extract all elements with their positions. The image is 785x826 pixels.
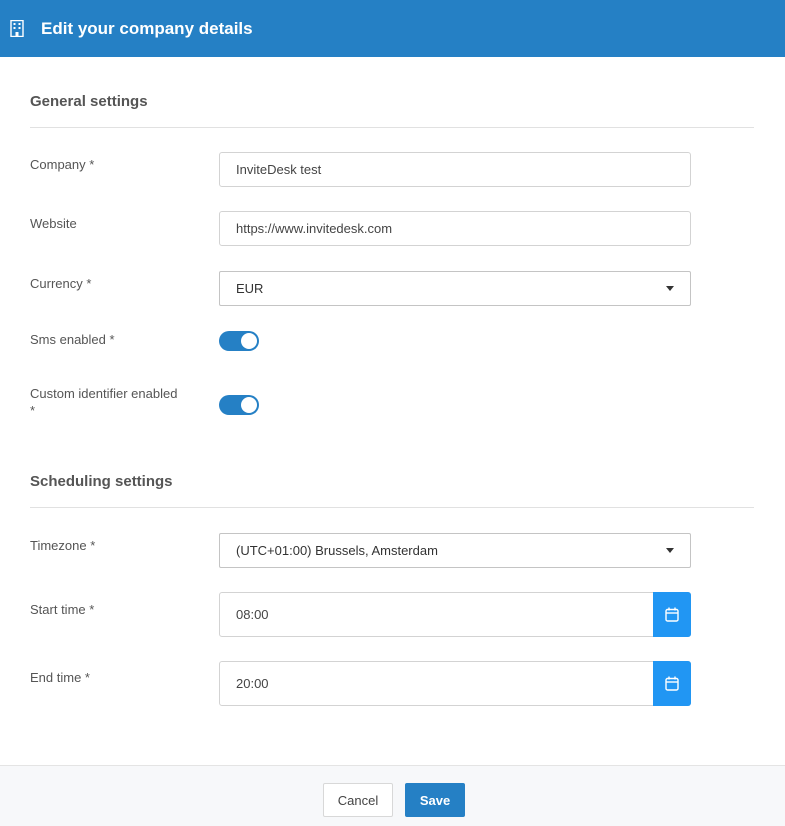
- sms-enabled-toggle[interactable]: [219, 331, 259, 351]
- toggle-knob: [241, 333, 257, 349]
- scheduling-settings-divider: [30, 507, 754, 508]
- dialog-footer: Cancel Save: [0, 765, 785, 826]
- sms-enabled-label: Sms enabled *: [30, 332, 115, 347]
- cancel-button[interactable]: Cancel: [323, 783, 393, 817]
- chevron-down-icon: [666, 286, 674, 291]
- toggle-knob: [241, 397, 257, 413]
- website-input-value: https://www.invitedesk.com: [236, 221, 393, 236]
- currency-select-value: EUR: [236, 281, 264, 296]
- custom-identifier-label-line1: Custom identifier enabled: [30, 386, 178, 401]
- start-time-calendar-button[interactable]: [653, 591, 691, 637]
- custom-identifier-label: Custom identifier enabled *: [30, 385, 195, 419]
- custom-identifier-label-line2: *: [30, 403, 36, 418]
- timezone-label: Timezone *: [30, 538, 96, 553]
- end-time-label: End time *: [30, 670, 90, 685]
- company-label: Company *: [30, 157, 95, 172]
- calendar-icon: [665, 607, 679, 622]
- dialog-header: Edit your company details: [0, 0, 785, 57]
- calendar-icon: [665, 676, 679, 691]
- company-input-value: InviteDesk test: [236, 162, 322, 177]
- end-time-calendar-button[interactable]: [653, 660, 691, 706]
- timezone-select-value: (UTC+01:00) Brussels, Amsterdam: [236, 543, 438, 558]
- chevron-down-icon: [666, 548, 674, 553]
- dialog-title: Edit your company details: [41, 18, 253, 38]
- end-time-value: 20:00: [236, 676, 269, 691]
- general-settings-divider: [30, 127, 754, 128]
- start-time-label: Start time *: [30, 602, 95, 617]
- general-settings-title: General settings: [30, 93, 148, 110]
- company-input[interactable]: InviteDesk test: [219, 152, 691, 187]
- website-input[interactable]: https://www.invitedesk.com: [219, 211, 691, 246]
- building-icon: [10, 20, 26, 38]
- start-time-value: 08:00: [236, 607, 269, 622]
- save-button[interactable]: Save: [405, 783, 465, 817]
- timezone-select[interactable]: (UTC+01:00) Brussels, Amsterdam: [219, 533, 691, 568]
- website-label: Website: [30, 216, 77, 231]
- custom-identifier-toggle[interactable]: [219, 395, 259, 415]
- currency-select[interactable]: EUR: [219, 271, 691, 306]
- start-time-field[interactable]: 08:00: [219, 591, 691, 637]
- currency-label: Currency *: [30, 276, 92, 291]
- scheduling-settings-title: Scheduling settings: [30, 473, 173, 490]
- end-time-field[interactable]: 20:00: [219, 660, 691, 706]
